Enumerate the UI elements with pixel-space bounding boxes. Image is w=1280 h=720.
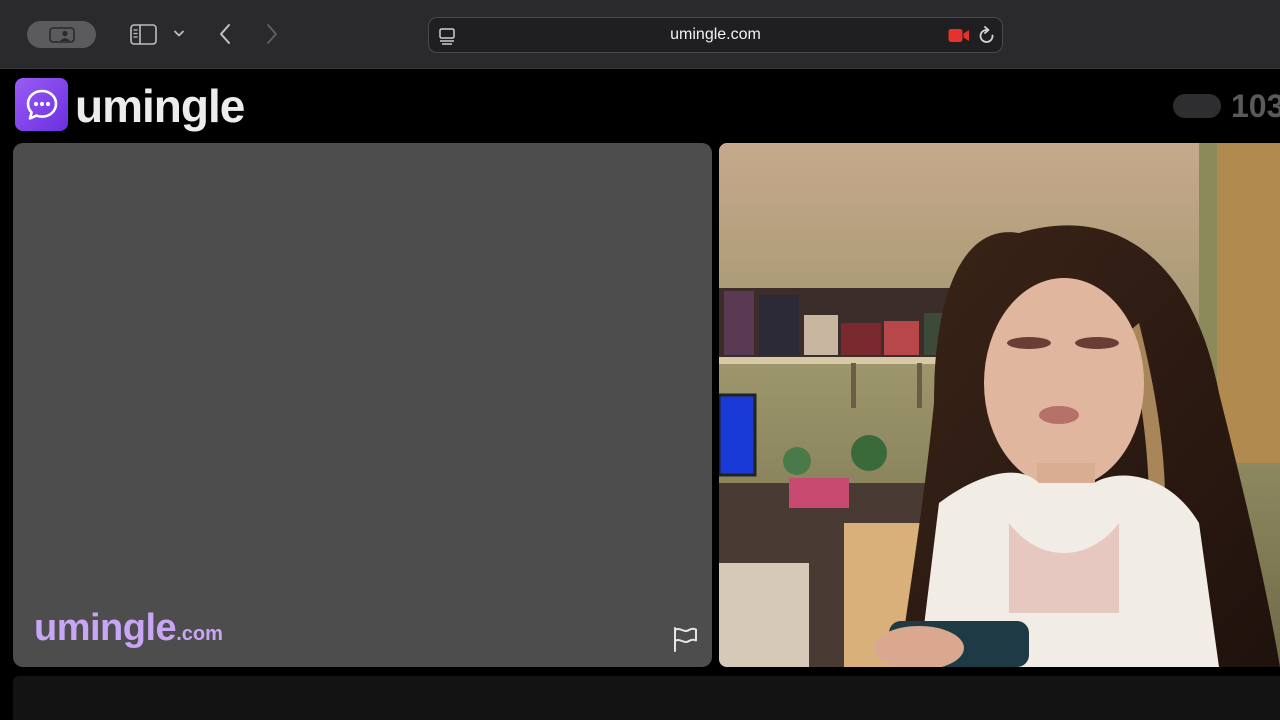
toggle-switch[interactable] <box>1173 94 1221 118</box>
report-button[interactable] <box>671 625 699 658</box>
chat-controls-bar <box>13 676 1280 720</box>
sidebar-icon <box>129 23 157 45</box>
profile-tab-icon <box>48 26 75 43</box>
local-video-panel: umingle.com <box>13 143 712 667</box>
chevron-left-icon <box>220 24 230 44</box>
camera-indicator-button[interactable] <box>948 28 970 48</box>
brand-name[interactable]: umingle <box>75 76 245 136</box>
site-header: umingle 103 <box>0 70 1280 142</box>
video-watermark: umingle.com <box>34 607 223 650</box>
chat-bubble-icon <box>26 89 57 120</box>
watermark-domain: .com <box>176 623 223 645</box>
browser-toolbar: umingle.com <box>0 0 1280 69</box>
chevron-down-icon <box>174 30 184 37</box>
profile-tab-button[interactable] <box>27 21 96 48</box>
reload-button[interactable] <box>978 26 996 51</box>
sidebar-menu-button[interactable] <box>172 27 186 41</box>
logo-link[interactable] <box>15 78 68 131</box>
chevron-right-icon <box>267 24 277 44</box>
url-text[interactable]: umingle.com <box>429 18 1002 52</box>
address-bar[interactable]: umingle.com <box>428 17 1003 53</box>
sidebar-button[interactable] <box>129 22 157 46</box>
watermark-brand: umingle <box>34 607 177 649</box>
back-button[interactable] <box>214 22 236 46</box>
reload-icon <box>979 26 994 43</box>
online-count: 103 <box>1231 88 1280 124</box>
remote-video-feed <box>719 143 1280 667</box>
flag-icon <box>674 627 697 652</box>
forward-button[interactable] <box>261 22 283 46</box>
remote-video-panel <box>719 143 1280 667</box>
video-camera-icon <box>948 29 969 42</box>
